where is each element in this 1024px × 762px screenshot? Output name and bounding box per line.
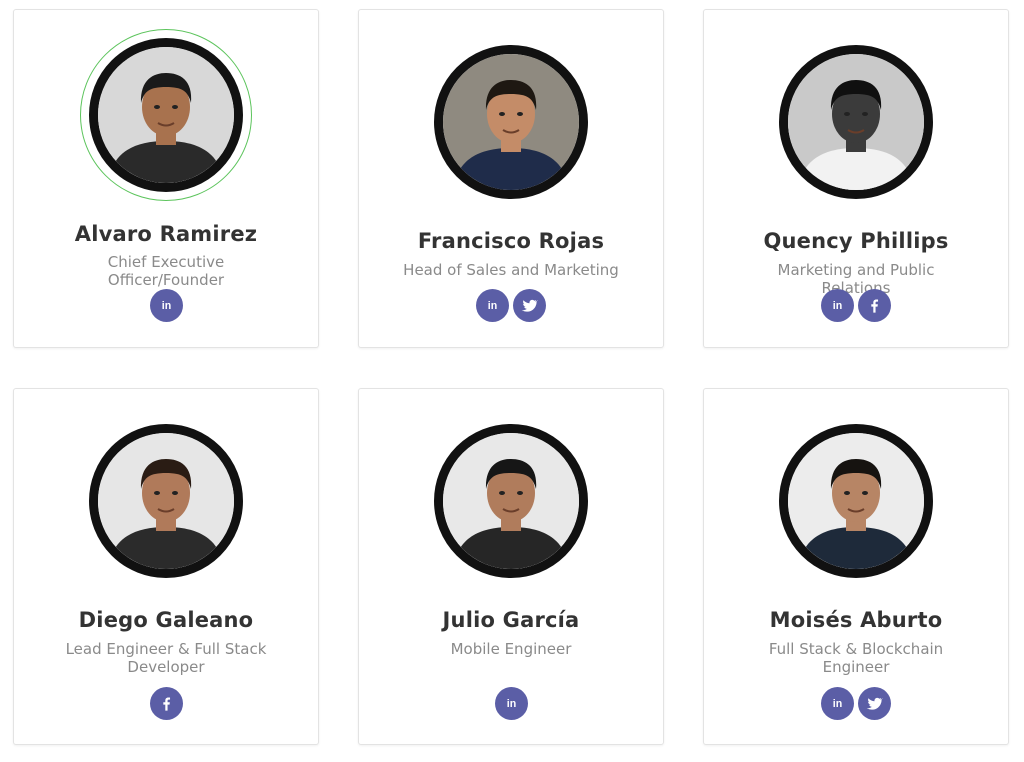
- member-name: Moisés Aburto: [769, 608, 943, 632]
- svg-text:in: in: [488, 300, 497, 312]
- linkedin-link[interactable]: in: [476, 289, 509, 322]
- avatar-photo: [779, 45, 933, 199]
- facebook-link[interactable]: [858, 289, 891, 322]
- avatar[interactable]: [89, 424, 243, 578]
- facebook-icon: [158, 695, 175, 712]
- team-grid: Alvaro Ramirez Chief Executive Officer/Fo…: [0, 0, 1024, 762]
- member-name: Diego Galeano: [78, 608, 254, 632]
- linkedin-icon: in: [484, 297, 501, 314]
- linkedin-icon: in: [829, 695, 846, 712]
- linkedin-link[interactable]: in: [821, 687, 854, 720]
- member-role: Mobile Engineer: [450, 640, 572, 658]
- avatar[interactable]: [80, 29, 252, 201]
- social-links: in: [14, 289, 318, 322]
- member-role: Full Stack & Blockchain Engineer: [768, 640, 944, 676]
- team-member-card: Moisés Aburto Full Stack & Blockchain Eng…: [703, 388, 1009, 745]
- member-name: Francisco Rojas: [417, 229, 605, 253]
- linkedin-icon: in: [829, 297, 846, 314]
- svg-text:in: in: [506, 698, 515, 710]
- member-name: Julio García: [442, 608, 580, 632]
- member-name: Quency Phillips: [763, 229, 949, 253]
- member-role: Chief Executive Officer/Founder: [107, 253, 225, 289]
- social-links: in: [359, 687, 663, 720]
- avatar-photo: [89, 38, 243, 192]
- linkedin-link[interactable]: in: [149, 289, 183, 322]
- social-links: [14, 687, 318, 720]
- twitter-icon: [521, 297, 538, 314]
- social-links: in: [704, 289, 1008, 322]
- team-member-card: Francisco Rojas Head of Sales and Marketi…: [358, 9, 664, 348]
- team-member-card: Julio García Mobile Engineer in: [358, 388, 664, 745]
- facebook-link[interactable]: [149, 687, 183, 720]
- member-role: Lead Engineer & Full Stack Developer: [65, 640, 267, 676]
- member-name: Alvaro Ramirez: [74, 222, 258, 246]
- svg-text:in: in: [833, 698, 842, 710]
- svg-text:in: in: [833, 300, 842, 312]
- avatar[interactable]: [779, 45, 933, 199]
- team-member-card: Quency Phillips Marketing and Public Rela…: [703, 9, 1009, 348]
- linkedin-link[interactable]: in: [821, 289, 854, 322]
- team-member-card: Diego Galeano Lead Engineer & Full Stack …: [13, 388, 319, 745]
- facebook-icon: [866, 297, 883, 314]
- linkedin-icon: in: [158, 297, 175, 314]
- avatar[interactable]: [434, 45, 588, 199]
- avatar-photo: [779, 424, 933, 578]
- social-links: in: [704, 687, 1008, 720]
- avatar-photo: [89, 424, 243, 578]
- linkedin-link[interactable]: in: [494, 687, 528, 720]
- twitter-icon: [866, 695, 883, 712]
- twitter-link[interactable]: [513, 289, 546, 322]
- twitter-link[interactable]: [858, 687, 891, 720]
- avatar[interactable]: [434, 424, 588, 578]
- avatar-photo: [434, 424, 588, 578]
- social-links: in: [359, 289, 663, 322]
- avatar-photo: [434, 45, 588, 199]
- avatar[interactable]: [779, 424, 933, 578]
- member-role: Head of Sales and Marketing: [403, 261, 619, 279]
- team-member-card: Alvaro Ramirez Chief Executive Officer/Fo…: [13, 9, 319, 348]
- linkedin-icon: in: [503, 695, 520, 712]
- svg-text:in: in: [161, 300, 170, 312]
